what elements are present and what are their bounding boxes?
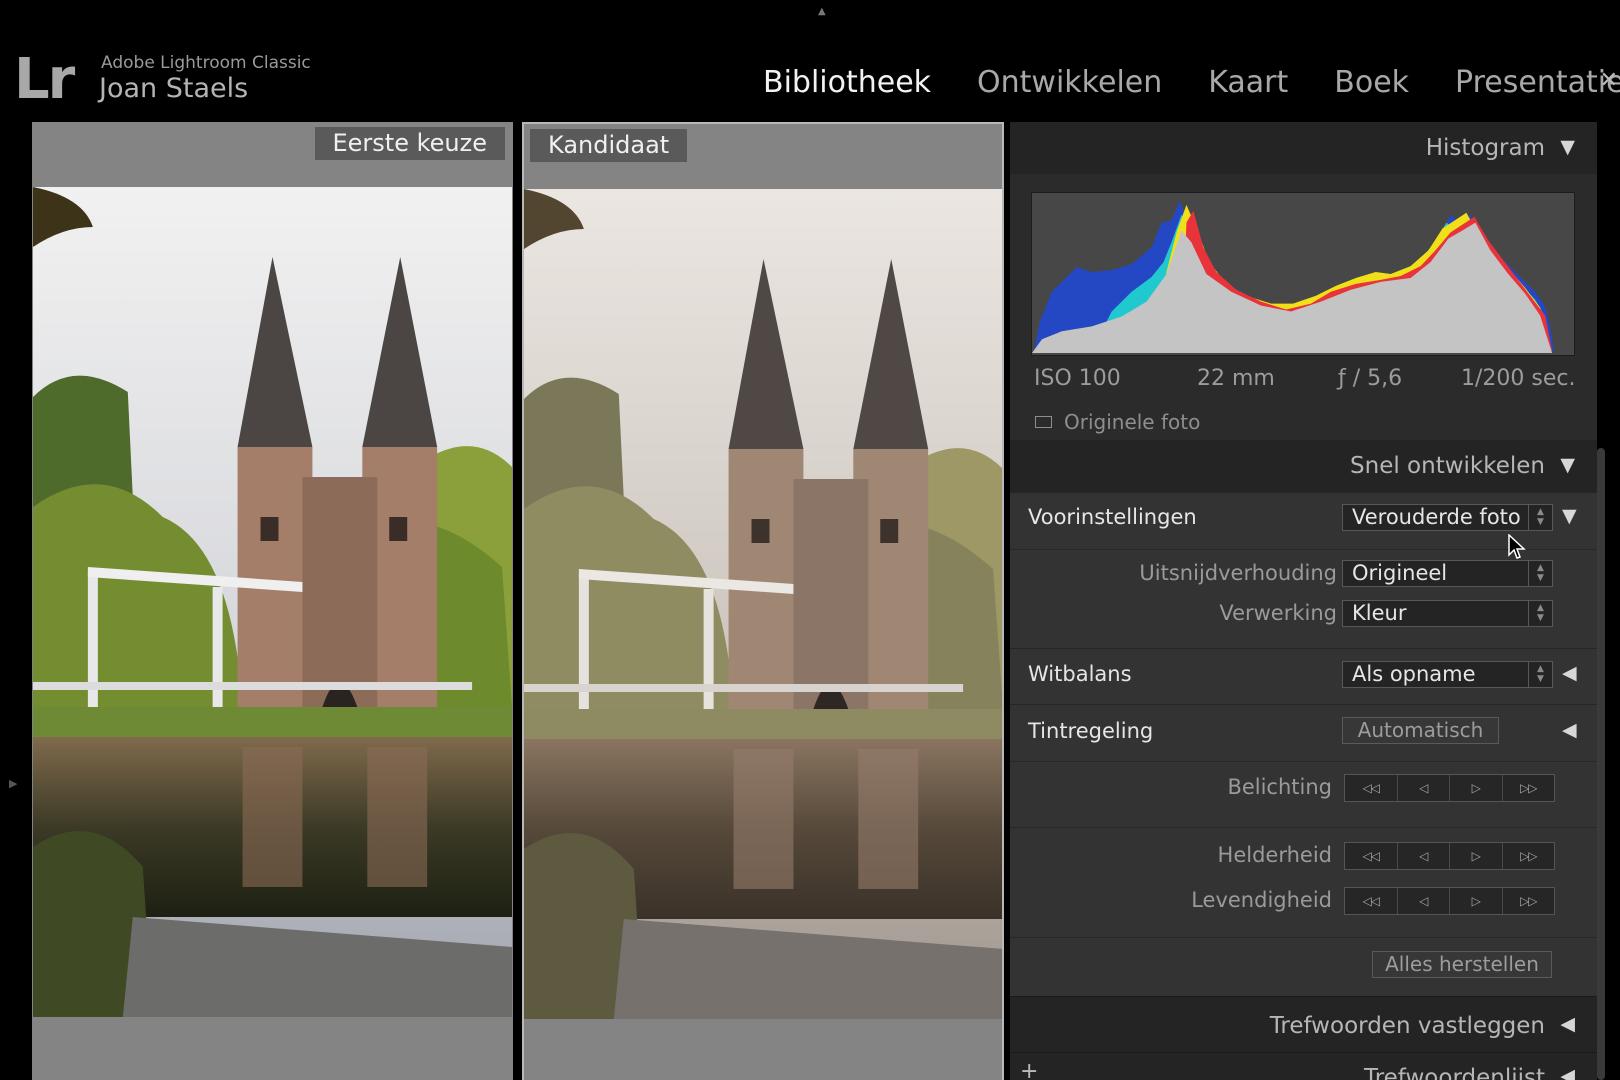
candidate-label: Kandidaat — [530, 129, 688, 162]
spinner-icon: ▲ ▼ — [1528, 505, 1552, 530]
collapse-triangle-icon[interactable]: ▼ — [1560, 454, 1575, 476]
left-panel-collapsed: ▶ — [0, 122, 31, 1080]
crop-ratio-dropdown[interactable]: Origineel ▲ ▼ — [1342, 560, 1553, 587]
mouse-cursor-icon — [1508, 534, 1526, 559]
tone-control-group: Tintregeling Automatisch ◀ Belichting ◁◁… — [1010, 704, 1597, 996]
spinner-icon: ▲ ▼ — [1528, 561, 1552, 586]
right-panel-content: Histogram ▼ ISO 100 22 mm ƒ / 5,6 1/200 … — [1010, 122, 1597, 1080]
quick-develop-title: Snel ontwikkelen — [1350, 453, 1545, 479]
clarity-label: Helderheid — [1217, 843, 1332, 867]
treatment-value: Kleur — [1352, 601, 1407, 625]
presets-value: Verouderde foto — [1352, 505, 1521, 529]
original-photo-checkbox[interactable] — [1035, 416, 1052, 428]
exif-shutter-speed: 1/200 sec. — [1461, 366, 1576, 391]
more-modules-icon[interactable]: ✕ — [1600, 68, 1618, 93]
lightroom-logo: Lr — [14, 47, 75, 112]
select-photo[interactable] — [33, 187, 512, 1017]
decrease-small-icon[interactable]: ◁ — [1398, 888, 1450, 914]
spinner-icon: ▲ ▼ — [1528, 662, 1552, 687]
decrease-large-icon[interactable]: ◁◁ — [1345, 775, 1398, 801]
keyword-list-header[interactable]: + Trefwoordenlijst ◀ — [1010, 1052, 1597, 1080]
compare-candidate-pane[interactable]: Kandidaat — [522, 122, 1004, 1080]
select-label: Eerste keuze — [314, 127, 505, 160]
crop-ratio-label: Uitsnijdverhouding — [1139, 561, 1337, 585]
auto-tone-button[interactable]: Automatisch — [1342, 717, 1499, 744]
crop-ratio-value: Origineel — [1352, 561, 1448, 585]
collapse-triangle-icon[interactable]: ▼ — [1560, 136, 1575, 158]
increase-large-icon[interactable]: ▷▷ — [1503, 888, 1555, 914]
module-slideshow[interactable]: Presentatie — [1432, 63, 1620, 103]
original-photo-toggle[interactable]: Originele foto — [1035, 410, 1200, 434]
histogram-panel: ISO 100 22 mm ƒ / 5,6 1/200 sec. Origine… — [1010, 174, 1597, 440]
collapse-triangle-icon[interactable]: ◀ — [1560, 1013, 1575, 1035]
keyword-list-title: Trefwoordenlijst — [1364, 1065, 1545, 1080]
decrease-small-icon[interactable]: ◁ — [1398, 775, 1450, 801]
compare-select-pane[interactable]: Eerste keuze — [32, 122, 513, 1080]
white-balance-dropdown[interactable]: Als opname ▲ ▼ — [1342, 661, 1553, 688]
left-panel-toggle-icon[interactable]: ▶ — [9, 777, 17, 790]
module-develop[interactable]: Ontwikkelen — [954, 63, 1185, 103]
module-book[interactable]: Boek — [1311, 63, 1432, 103]
tone-control-label: Tintregeling — [1028, 719, 1154, 743]
exif-focal-length: 22 mm — [1197, 366, 1275, 391]
top-panel-toggle-icon[interactable]: ▲ — [818, 6, 826, 17]
right-panel-scrollbar[interactable] — [1597, 448, 1605, 1080]
decrease-small-icon[interactable]: ◁ — [1398, 843, 1450, 869]
increase-large-icon[interactable]: ▷▷ — [1503, 775, 1555, 801]
collapse-triangle-icon[interactable]: ◀ — [1560, 1065, 1575, 1080]
exif-aperture: ƒ / 5,6 — [1338, 366, 1403, 391]
exposure-stepper: ◁◁ ◁ ▷ ▷▷ — [1344, 774, 1555, 802]
presets-expand-triangle-icon[interactable]: ▼ — [1562, 505, 1577, 527]
identity-plate-user: Joan Staels — [99, 73, 249, 104]
compare-view: Eerste keuze Kandidaat — [31, 122, 1004, 1080]
vibrance-stepper: ◁◁ ◁ ▷ ▷▷ — [1344, 887, 1555, 915]
add-keyword-icon[interactable]: + — [1020, 1059, 1038, 1080]
divider — [1010, 937, 1597, 938]
tone-expand-triangle-icon[interactable]: ◀ — [1562, 719, 1577, 741]
divider — [1010, 761, 1597, 762]
exposure-label: Belichting — [1227, 775, 1332, 799]
quick-develop-header[interactable]: Snel ontwikkelen ▼ — [1010, 440, 1597, 492]
histogram-graph — [1031, 192, 1575, 356]
module-library[interactable]: Bibliotheek — [740, 63, 954, 103]
treatment-label: Verwerking — [1219, 601, 1337, 625]
spinner-icon: ▲ ▼ — [1528, 601, 1552, 626]
increase-small-icon[interactable]: ▷ — [1450, 888, 1503, 914]
app-name: Adobe Lightroom Classic — [101, 53, 311, 73]
module-picker: Bibliotheek Ontwikkelen Kaart Boek Prese… — [740, 60, 1620, 106]
decrease-large-icon[interactable]: ◁◁ — [1345, 888, 1398, 914]
module-map[interactable]: Kaart — [1185, 63, 1311, 103]
white-balance-expand-triangle-icon[interactable]: ◀ — [1562, 662, 1577, 684]
white-balance-label: Witbalans — [1028, 662, 1132, 686]
candidate-photo[interactable] — [524, 189, 1003, 1019]
keywording-title: Trefwoorden vastleggen — [1269, 1013, 1545, 1039]
top-bar: ▲ Lr Adobe Lightroom Classic Joan Staels… — [0, 0, 1620, 122]
increase-large-icon[interactable]: ▷▷ — [1503, 843, 1555, 869]
treatment-dropdown[interactable]: Kleur ▲ ▼ — [1342, 600, 1553, 627]
exif-iso: ISO 100 — [1034, 366, 1121, 391]
clarity-stepper: ◁◁ ◁ ▷ ▷▷ — [1344, 842, 1555, 870]
presets-label: Voorinstellingen — [1028, 505, 1197, 529]
white-balance-value: Als opname — [1352, 662, 1476, 686]
presets-dropdown[interactable]: Verouderde foto ▲ ▼ — [1342, 504, 1553, 531]
reset-all-button[interactable]: Alles herstellen — [1372, 951, 1552, 978]
histogram-title: Histogram — [1425, 135, 1545, 161]
increase-small-icon[interactable]: ▷ — [1450, 843, 1503, 869]
keywording-header[interactable]: Trefwoorden vastleggen ◀ — [1010, 996, 1597, 1052]
white-balance-group: Witbalans Als opname ▲ ▼ ◀ — [1010, 648, 1597, 704]
right-panel: Histogram ▼ ISO 100 22 mm ƒ / 5,6 1/200 … — [1004, 122, 1620, 1080]
decrease-large-icon[interactable]: ◁◁ — [1345, 843, 1398, 869]
vibrance-label: Levendigheid — [1191, 888, 1332, 912]
increase-small-icon[interactable]: ▷ — [1450, 775, 1503, 801]
histogram-header[interactable]: Histogram ▼ — [1010, 122, 1597, 174]
original-photo-label: Originele foto — [1064, 410, 1201, 434]
divider — [1010, 827, 1597, 828]
